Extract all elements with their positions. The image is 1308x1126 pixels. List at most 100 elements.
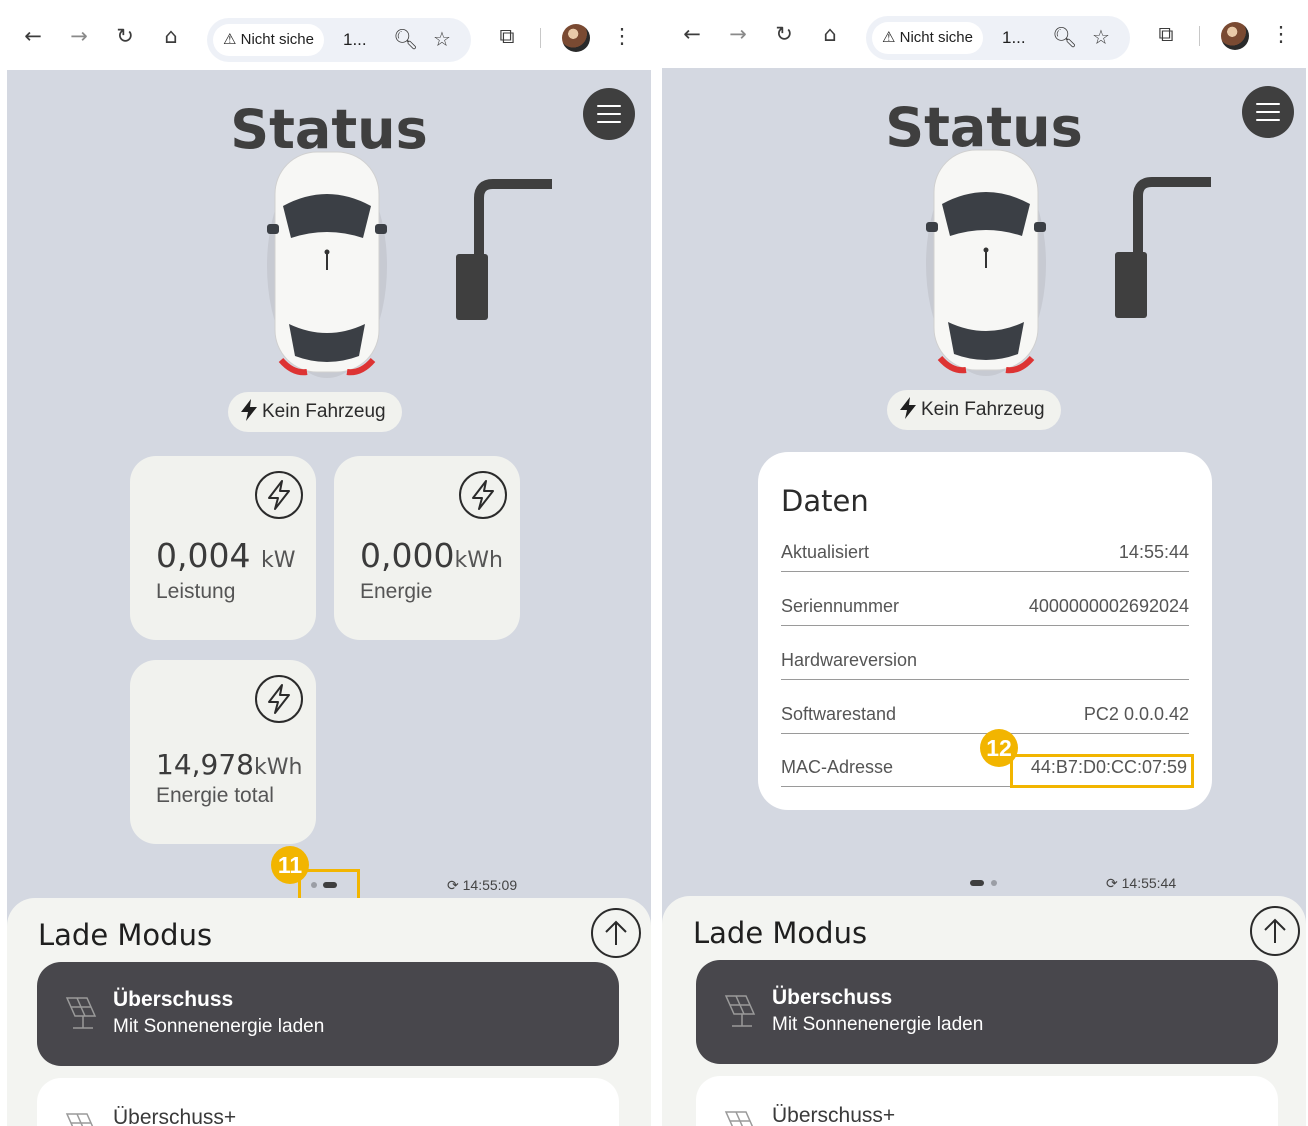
hamburger-menu-button[interactable] xyxy=(1242,86,1294,138)
data-value: 14:55:44 xyxy=(1118,542,1189,562)
annotation-highlight-box xyxy=(1010,754,1194,788)
refresh-status[interactable]: ⟳ 14:55:44 xyxy=(1106,875,1176,892)
back-arrow-icon[interactable]: ← xyxy=(680,22,704,46)
security-chip[interactable]: ⚠ Nicht siche xyxy=(872,22,983,54)
sheet-title: Lade Modus xyxy=(38,918,213,952)
hamburger-menu-button[interactable] xyxy=(583,88,635,140)
data-row-serial: Seriennummer 4000000002692024 xyxy=(781,586,1189,626)
screenshot-divider xyxy=(651,0,662,1126)
back-arrow-icon[interactable]: ← xyxy=(21,24,45,48)
charging-mode-sheet: Lade Modus Überschuss Mit Sonnenenergie … xyxy=(662,896,1306,1126)
wallbox-charger-image xyxy=(456,179,552,320)
metric-card-energy: 0,000kWh Energie xyxy=(334,456,520,640)
expand-sheet-button[interactable] xyxy=(591,908,641,958)
zoom-icon[interactable]: 🔍︎ xyxy=(1052,25,1077,49)
car-top-view-image xyxy=(267,151,387,378)
profile-avatar[interactable] xyxy=(1221,22,1249,50)
browser-toolbar: ← → ↻ ⌂ ⚠ Nicht siche 1... 🔍︎ ☆ ⧉ ⋮ xyxy=(662,0,1306,68)
more-menu-icon[interactable]: ⋮ xyxy=(1269,22,1293,46)
url-text: 1... xyxy=(343,30,367,49)
extensions-icon[interactable]: ⧉ xyxy=(1154,22,1178,46)
bookmark-star-icon[interactable]: ☆ xyxy=(1092,25,1110,49)
metric-label: Leistung xyxy=(156,580,236,603)
mode-description: Mit Sonnenenergie laden xyxy=(113,1016,325,1037)
mode-option-surplus-plus[interactable]: Überschuss+ xyxy=(37,1078,619,1126)
expand-sheet-button[interactable] xyxy=(1250,906,1300,956)
annotation-badge: 11 xyxy=(271,846,309,884)
address-bar[interactable]: ⚠ Nicht siche 1... 🔍︎ ☆ xyxy=(866,16,1130,60)
bookmark-star-icon[interactable]: ☆ xyxy=(433,27,451,51)
extensions-icon[interactable]: ⧉ xyxy=(495,24,519,48)
bolt-icon xyxy=(900,397,916,419)
vehicle-status-pill: Kein Fahrzeug xyxy=(887,390,1061,430)
refresh-icon: ⟳ xyxy=(1106,875,1118,891)
screenshot-status-data: ← → ↻ ⌂ ⚠ Nicht siche 1... 🔍︎ ☆ ⧉ ⋮ Stat… xyxy=(662,0,1306,1126)
refresh-status[interactable]: ⟳ 14:55:09 xyxy=(447,877,517,894)
toolbar-divider xyxy=(540,28,541,48)
data-row-updated: Aktualisiert 14:55:44 xyxy=(781,532,1189,572)
solar-panel-icon xyxy=(724,995,756,1027)
mode-option-surplus[interactable]: Überschuss Mit Sonnenenergie laden xyxy=(696,960,1278,1064)
mode-name: Überschuss+ xyxy=(113,1106,237,1126)
car-top-view-image xyxy=(926,149,1046,376)
data-key: Softwarestand xyxy=(781,704,897,724)
metric-value: 14,978kWh xyxy=(156,748,302,781)
profile-avatar[interactable] xyxy=(562,24,590,52)
refresh-icon: ⟳ xyxy=(447,877,459,893)
vehicle-status-text: Kein Fahrzeug xyxy=(921,399,1045,420)
security-chip[interactable]: ⚠ Nicht siche xyxy=(213,24,324,56)
metric-number: 14,978 xyxy=(156,748,254,781)
mode-option-surplus-plus[interactable]: Überschuss+ xyxy=(696,1076,1278,1126)
security-label: Nicht siche xyxy=(240,31,314,48)
page-indicator[interactable] xyxy=(970,878,1000,886)
vehicle-status-text: Kein Fahrzeug xyxy=(262,401,386,422)
refresh-time: 14:55:09 xyxy=(462,877,518,893)
bolt-circle-icon xyxy=(255,471,303,519)
zoom-icon[interactable]: 🔍︎ xyxy=(393,27,418,51)
page-dot-2[interactable] xyxy=(991,880,997,886)
metric-unit: kWh xyxy=(253,755,303,780)
mode-name: Überschuss+ xyxy=(772,1104,896,1126)
forward-arrow-icon[interactable]: → xyxy=(726,22,750,46)
more-menu-icon[interactable]: ⋮ xyxy=(610,24,634,48)
data-key: Hardwareversion xyxy=(781,650,918,670)
metric-number: 0,000 xyxy=(360,536,455,575)
data-row-software: Softwarestand PC2 0.0.0.42 xyxy=(781,694,1189,734)
data-value: 4000000002692024 xyxy=(1028,596,1189,616)
reload-icon[interactable]: ↻ xyxy=(113,24,137,48)
refresh-time: 14:55:44 xyxy=(1121,875,1177,891)
security-label: Nicht siche xyxy=(899,29,973,46)
mode-name: Überschuss xyxy=(113,988,234,1011)
arrow-up-icon xyxy=(605,920,627,945)
metric-card-energy-total: 14,978kWh Energie total xyxy=(130,660,316,844)
metric-label: Energie total xyxy=(156,784,274,807)
address-bar[interactable]: ⚠ Nicht siche 1... 🔍︎ ☆ xyxy=(207,18,471,62)
metric-label: Energie xyxy=(360,580,433,603)
bolt-icon xyxy=(241,399,257,421)
page-dot-1[interactable] xyxy=(970,880,984,886)
wallbox-charger-image xyxy=(1115,177,1211,318)
mode-description: Mit Sonnenenergie laden xyxy=(772,1014,984,1035)
bolt-circle-icon xyxy=(255,675,303,723)
sheet-title: Lade Modus xyxy=(693,916,868,950)
mode-option-surplus[interactable]: Überschuss Mit Sonnenenergie laden xyxy=(37,962,619,1066)
metric-unit: kWh xyxy=(454,548,503,573)
data-key: Aktualisiert xyxy=(781,542,870,562)
home-icon[interactable]: ⌂ xyxy=(159,24,183,48)
charging-mode-sheet: Lade Modus Überschuss Mit Sonnenenergie … xyxy=(7,898,651,1126)
forward-arrow-icon[interactable]: → xyxy=(67,24,91,48)
reload-icon[interactable]: ↻ xyxy=(772,22,796,46)
solar-panel-icon xyxy=(65,1113,94,1126)
home-icon[interactable]: ⌂ xyxy=(818,22,842,46)
solar-panel-icon xyxy=(65,997,97,1029)
data-card-title: Daten xyxy=(781,484,869,518)
metric-card-power: 0,004 kW Leistung xyxy=(130,456,316,640)
arrow-up-icon xyxy=(1264,918,1286,943)
vehicle-status-pill: Kein Fahrzeug xyxy=(228,392,402,432)
metric-value: 0,004 kW xyxy=(156,536,295,575)
data-key: MAC-Adresse xyxy=(781,757,894,777)
data-row-hardware: Hardwareversion xyxy=(781,640,1189,680)
screenshot-status-cards: ← → ↻ ⌂ ⚠ Nicht siche 1... 🔍︎ ☆ ⧉ ⋮ Stat… xyxy=(7,0,651,1126)
metric-value: 0,000kWh xyxy=(360,536,503,575)
annotation-badge: 12 xyxy=(980,729,1018,767)
